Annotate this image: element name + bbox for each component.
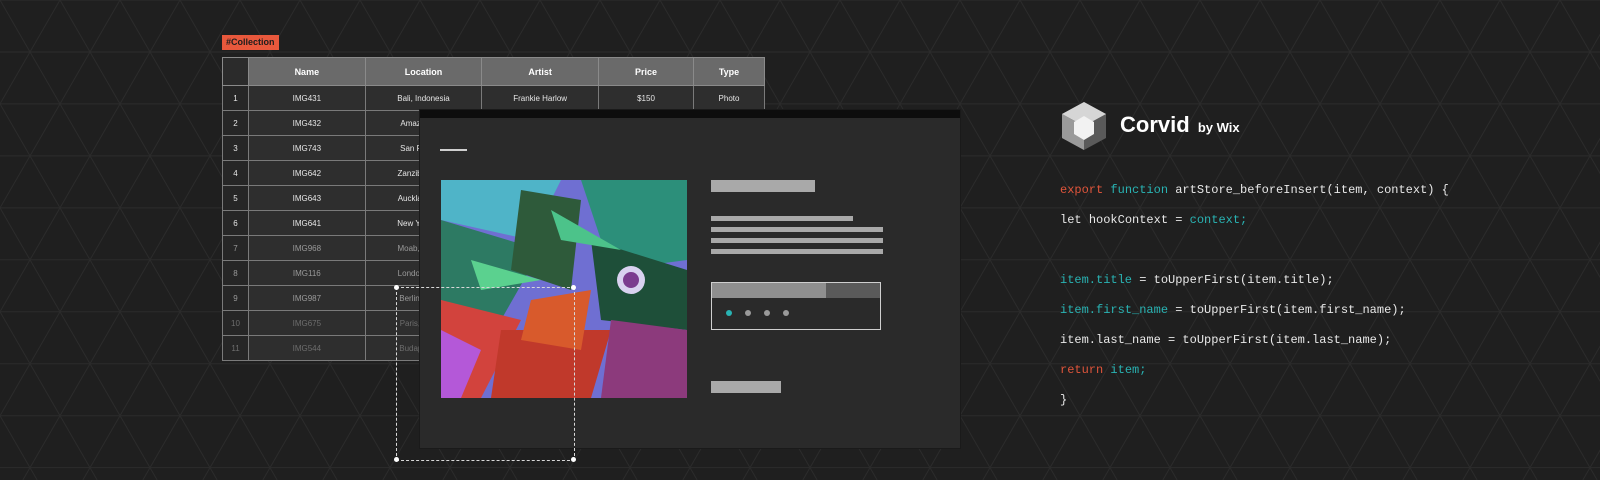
code-value: context; (1189, 213, 1248, 227)
slider-bar-track (826, 283, 880, 298)
code-line: item.last_name = toUpperFirst(item.last_… (1060, 333, 1391, 347)
code-keyword: export (1060, 183, 1111, 197)
slider-dot[interactable] (745, 310, 751, 316)
selection-handle[interactable] (571, 285, 576, 290)
table-cell: IMG968 (248, 235, 366, 261)
code-line: let hookContext = context; (1060, 213, 1247, 227)
heading-placeholder (711, 180, 815, 192)
row-index: 3 (222, 135, 249, 161)
selection-box[interactable] (396, 287, 575, 461)
code-text: = toUpperFirst(item.title); (1132, 273, 1334, 287)
table-cell: $150 (598, 85, 694, 111)
row-index: 2 (222, 110, 249, 136)
brand-title: Corvid (1120, 112, 1190, 137)
code-keyword: let (1060, 213, 1089, 227)
text-line-placeholder (711, 216, 853, 221)
code-property: item.first_name (1060, 303, 1169, 317)
column-header[interactable]: Artist (481, 57, 599, 86)
code-text: = toUpperFirst(item.last_name); (1160, 333, 1392, 347)
code-property: item.last_name (1060, 333, 1161, 347)
selection-handle[interactable] (394, 285, 399, 290)
column-header[interactable]: Type (693, 57, 765, 86)
collection-tag: #Collection (222, 35, 279, 50)
code-line: export function artStore_beforeInsert(it… (1060, 183, 1449, 197)
gallery-slider[interactable] (711, 282, 881, 330)
row-index: 5 (222, 185, 249, 211)
row-index: 4 (222, 160, 249, 186)
table-cell: IMG544 (248, 335, 366, 361)
code-text: hookContext = (1088, 213, 1190, 227)
code-keyword: return (1060, 363, 1111, 377)
row-index: 6 (222, 210, 249, 236)
code-property: item.title (1060, 273, 1133, 287)
table-cell: IMG432 (248, 110, 366, 136)
table-cell: Frankie Harlow (481, 85, 599, 111)
text-line-placeholder (711, 227, 883, 232)
table-cell: IMG641 (248, 210, 366, 236)
code-value: item; (1110, 363, 1147, 377)
column-header[interactable]: Name (248, 57, 366, 86)
text-line-placeholder (711, 238, 883, 243)
row-index: 11 (222, 335, 249, 361)
code-text: = toUpperFirst(item.first_name); (1168, 303, 1406, 317)
corvid-logo-icon (1062, 102, 1106, 150)
column-header[interactable]: Price (598, 57, 694, 86)
row-index: 9 (222, 285, 249, 311)
table-cell: IMG987 (248, 285, 366, 311)
code-line: } (1060, 393, 1068, 407)
text-line-placeholder (711, 249, 883, 254)
selection-handle[interactable] (394, 457, 399, 462)
column-header[interactable]: Location (364, 57, 483, 86)
code-line: item.title = toUpperFirst(item.title); (1060, 273, 1334, 287)
table-cell: IMG643 (248, 185, 366, 211)
slider-bar (712, 283, 826, 298)
slider-dot[interactable] (783, 310, 789, 316)
row-index: 8 (222, 260, 249, 286)
table-cell: IMG743 (248, 135, 366, 161)
slider-dot[interactable] (726, 310, 732, 316)
brand-name: Corvid by Wix (1120, 112, 1240, 138)
table-cell: IMG431 (248, 85, 366, 111)
window-title-bar-placeholder (440, 149, 467, 151)
code-text: artStore_beforeInsert(item, context) { (1175, 183, 1449, 197)
row-index: 10 (222, 310, 249, 336)
row-index: 1 (222, 85, 249, 111)
table-cell: Photo (693, 85, 765, 111)
table-cell: IMG642 (248, 160, 366, 186)
selection-handle[interactable] (571, 457, 576, 462)
table-cell: IMG675 (248, 310, 366, 336)
table-cell: Bali, Indonesia (364, 85, 483, 111)
row-index: 7 (222, 235, 249, 261)
slider-dot[interactable] (764, 310, 770, 316)
header-index (222, 57, 249, 86)
button-placeholder[interactable] (711, 381, 781, 393)
table-cell: IMG116 (248, 260, 366, 286)
code-line: item.first_name = toUpperFirst(item.firs… (1060, 303, 1406, 317)
brand-subtitle: by Wix (1197, 120, 1240, 135)
code-line: return item; (1060, 363, 1146, 377)
code-keyword: function (1110, 183, 1176, 197)
table-row[interactable]: 1 IMG431 Bali, Indonesia Frankie Harlow $150… (222, 85, 765, 111)
